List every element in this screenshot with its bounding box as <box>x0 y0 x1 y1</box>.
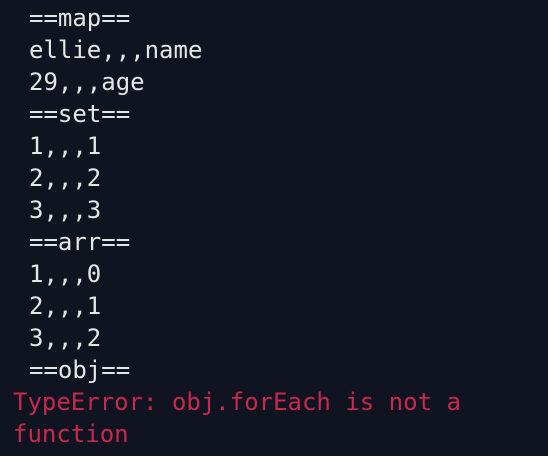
console-log-line: 3,,,3 <box>29 196 102 224</box>
console-log-line: 1,,,0 <box>29 260 102 288</box>
console-log-line: 1,,,1 <box>29 132 102 160</box>
console-log-line: ==arr== <box>29 228 131 256</box>
console-log-line: 29,,,age <box>29 68 145 96</box>
console-output: ==map== ellie,,,name 29,,,age ==set== 1,… <box>0 0 548 456</box>
console-log-line: ==map== <box>29 4 131 32</box>
console-log-line: 2,,,1 <box>29 292 102 320</box>
console-log-line: ellie,,,name <box>29 36 203 64</box>
console-log-line: ==obj== <box>29 356 131 384</box>
error-message-line-1: TypeError: obj.forEach is not a <box>13 388 461 416</box>
console-log-line: 2,,,2 <box>29 164 102 192</box>
console-log-line: ==set== <box>29 100 131 128</box>
console-log-line: 3,,,2 <box>29 324 102 352</box>
error-message-line-2: function <box>13 420 129 448</box>
